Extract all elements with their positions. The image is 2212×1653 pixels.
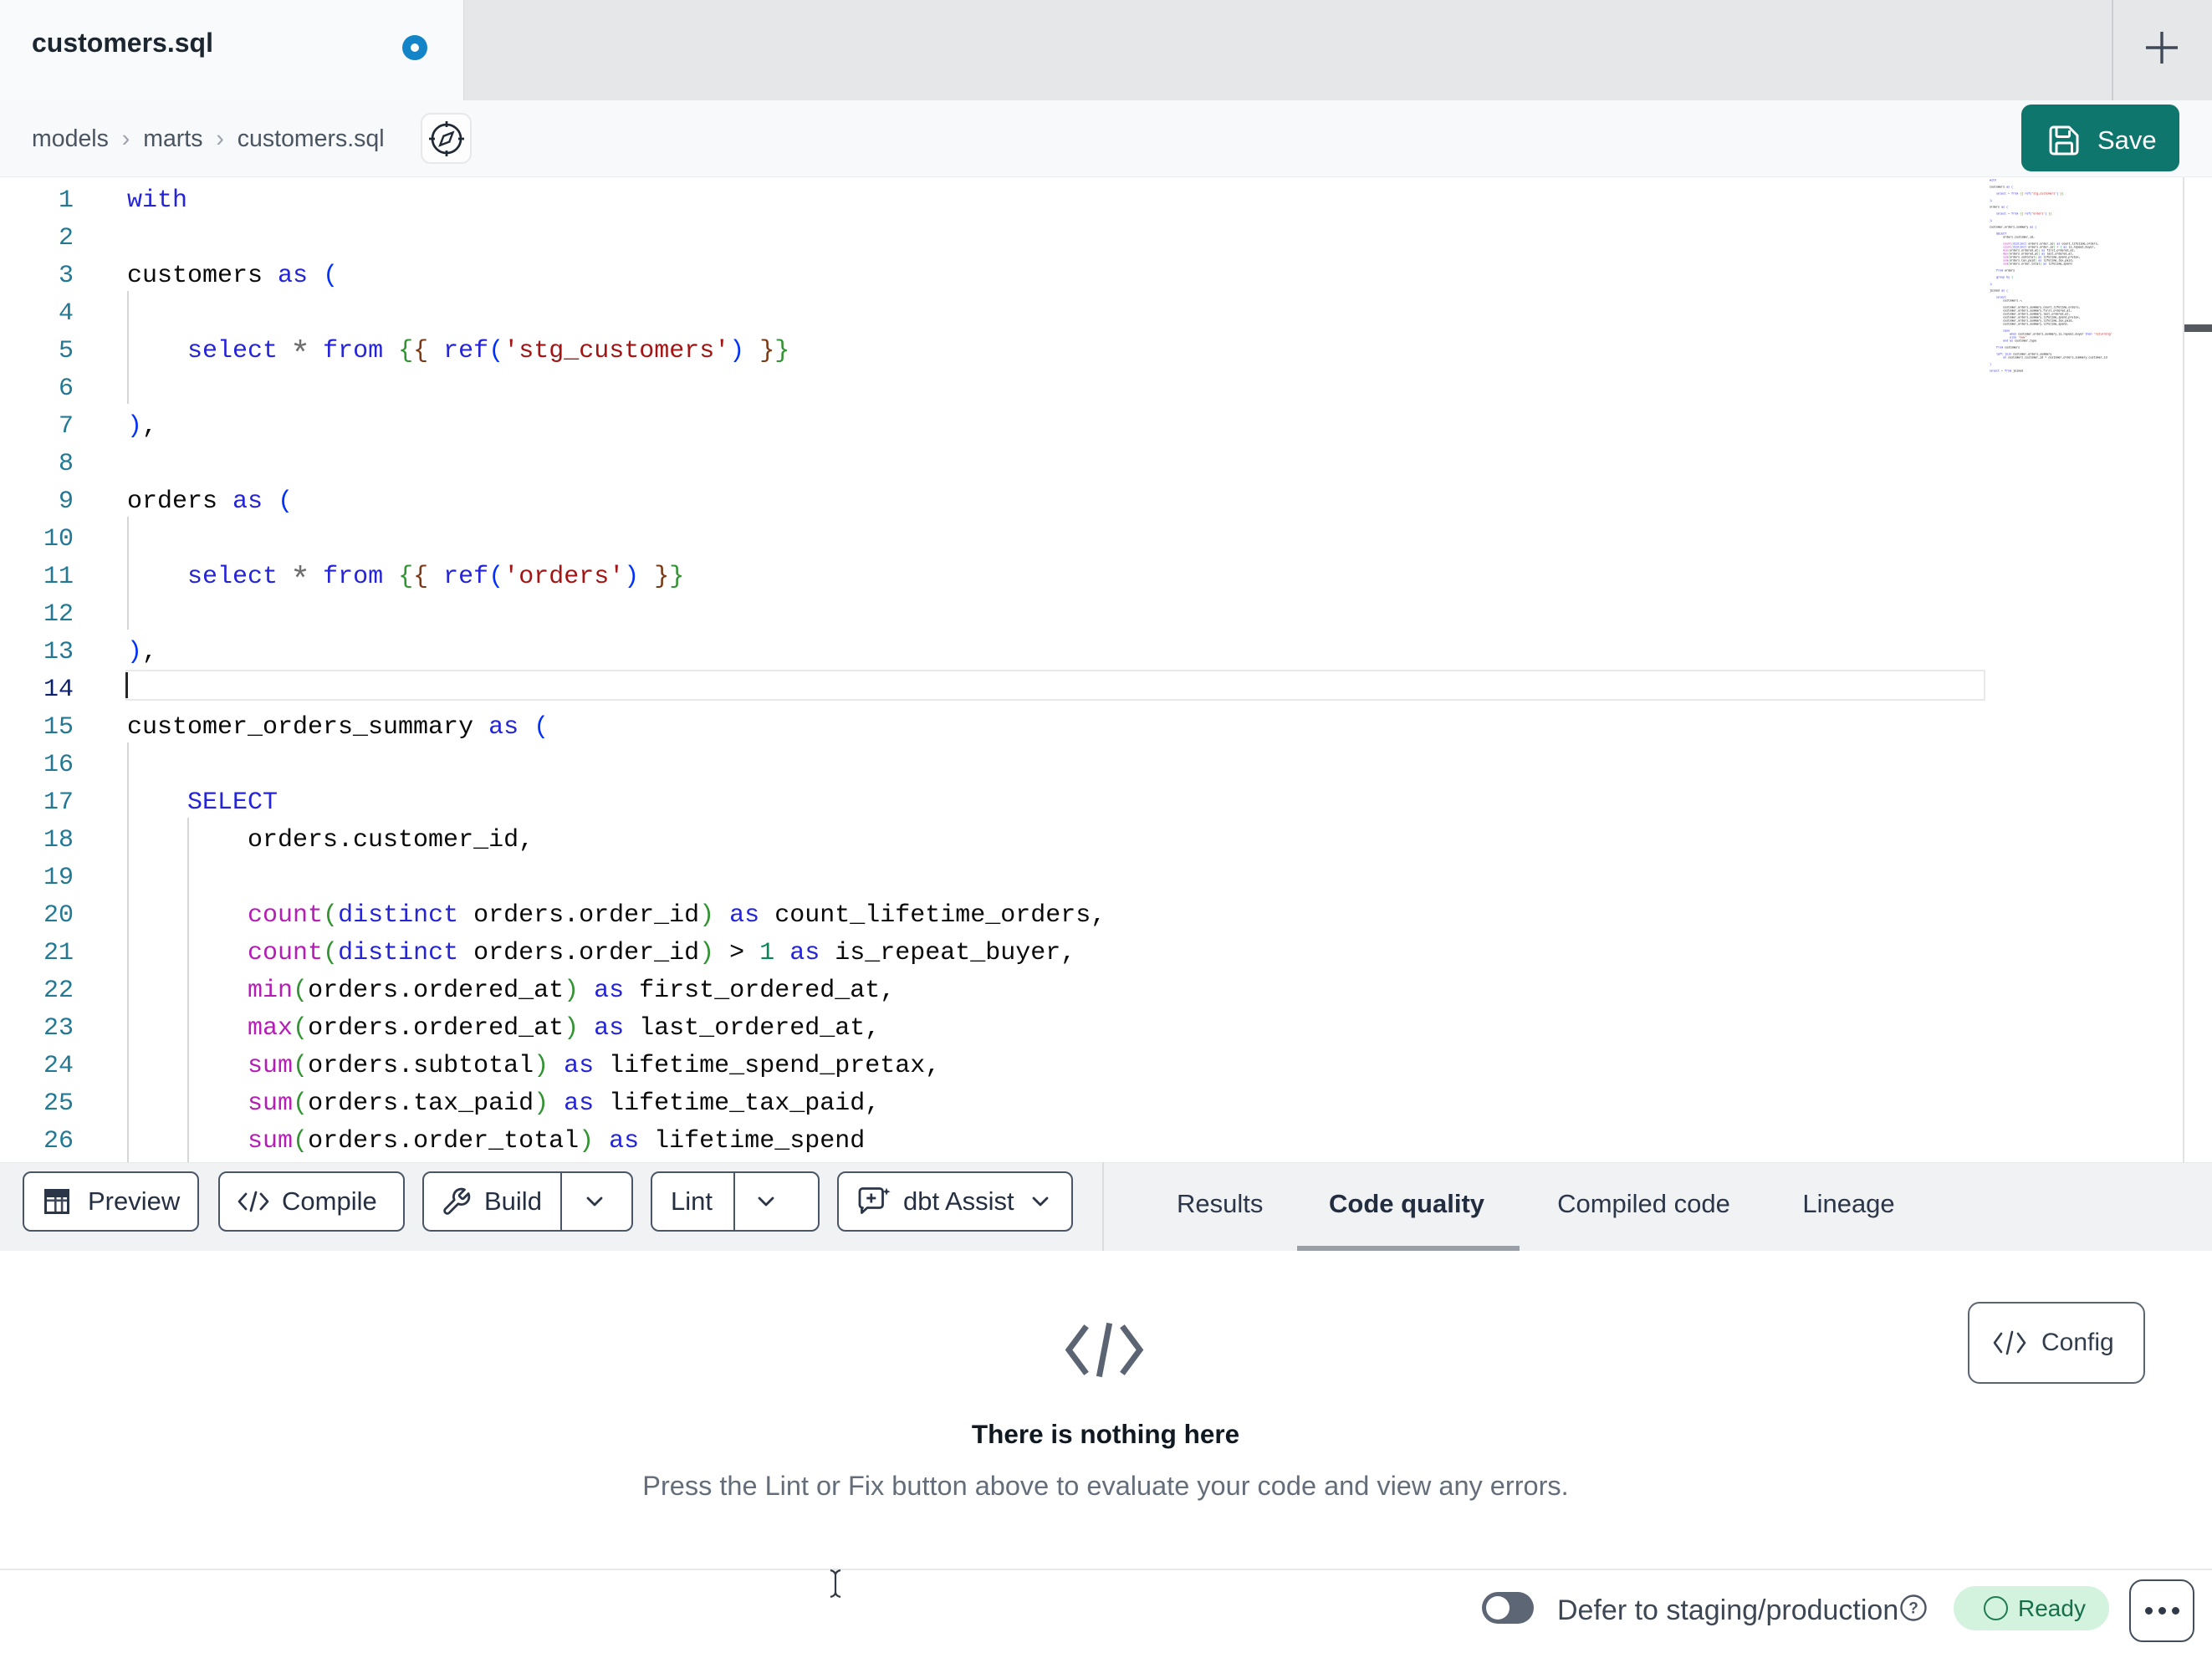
svg-text:?: ? [1908, 1600, 1918, 1618]
